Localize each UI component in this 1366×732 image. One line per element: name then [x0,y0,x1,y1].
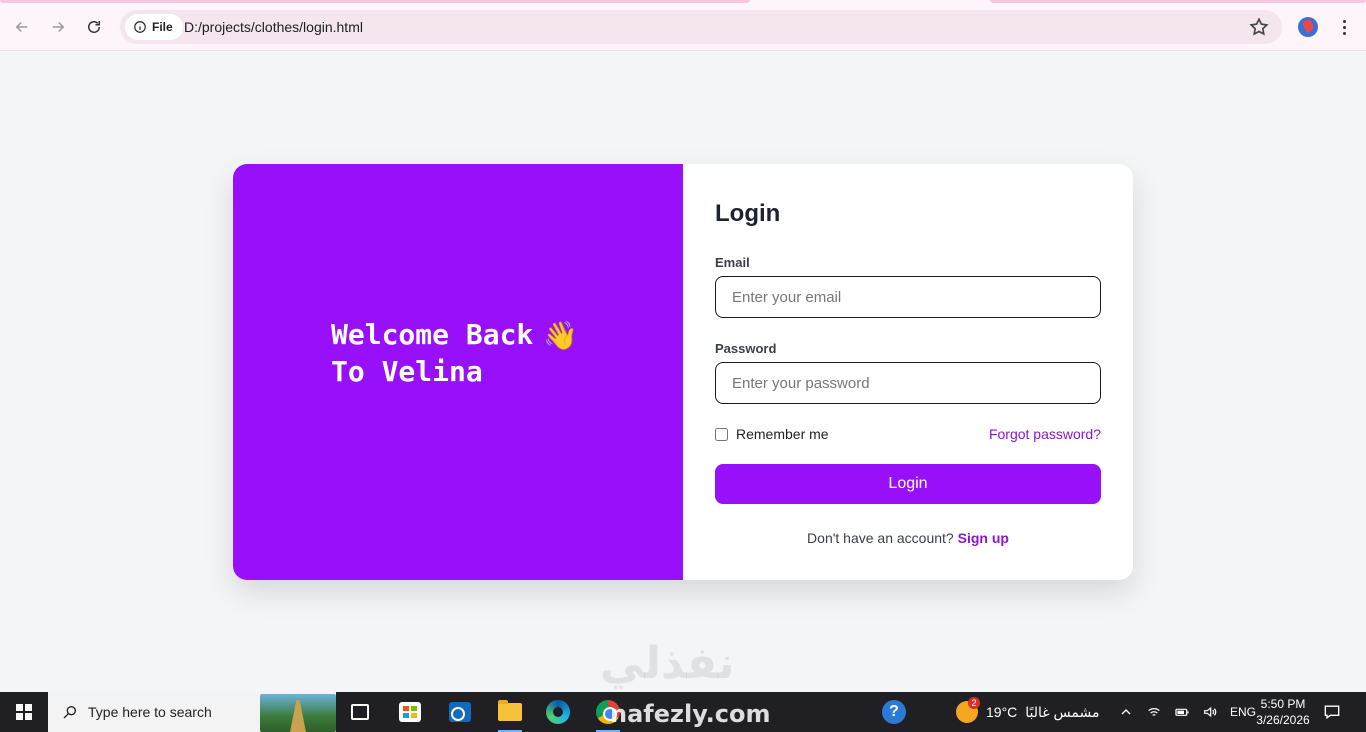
clock-date: 3/26/2026 [1256,713,1310,727]
login-form: Login Email Password Remember me Forgot … [683,164,1133,580]
weather-text: مشمس غالبًا [1025,703,1100,720]
signup-prompt-text: Don't have an account? [807,530,954,546]
search-icon [63,706,76,719]
site-info-chip[interactable]: File [125,14,183,40]
signup-link[interactable]: Sign up [958,530,1009,546]
tab-strip [0,0,1366,6]
kebab-menu-icon[interactable] [1334,14,1354,40]
taskbar-search[interactable]: Type here to search [48,692,336,732]
help-icon: ? [882,700,906,724]
weather-widget[interactable]: 2 19°C مشمس غالبًا [956,692,1099,732]
address-bar[interactable]: File D:/projects/clothes/login.html [120,10,1282,44]
welcome-line-2: To Velina [331,355,483,388]
file-explorer-button[interactable] [486,692,534,732]
remember-me: Remember me [715,426,829,442]
search-highlight-image[interactable] [260,694,336,732]
password-label: Password [715,341,777,356]
weather-sun-icon: 2 [956,697,980,723]
weather-badge: 2 [968,697,980,709]
chevron-up-icon[interactable] [1118,704,1134,720]
back-icon [15,21,28,33]
task-view-icon [351,704,369,720]
forward-icon [52,21,65,33]
weather-temp: 19°C [986,704,1018,720]
store-icon [399,702,421,722]
login-card: Welcome Back 👋 To Velina Login Email Pass… [233,164,1133,580]
welcome-panel: Welcome Back 👋 To Velina [233,164,683,580]
site-chip-label: File [152,20,173,34]
browser-toolbar: File D:/projects/clothes/login.html [0,0,1366,51]
watermark-arabic: نفذلي [600,638,735,689]
clock-time: 5:50 PM [1260,697,1306,711]
store-button[interactable] [386,692,434,732]
url-text[interactable]: D:/projects/clothes/login.html [184,19,363,35]
email-field[interactable] [715,276,1101,318]
tab-hint[interactable] [990,0,1366,3]
volume-icon[interactable] [1202,704,1218,720]
search-placeholder: Type here to search [88,704,212,720]
star-icon[interactable] [1248,16,1270,38]
form-title: Login [715,200,781,227]
forward-button[interactable] [44,13,72,41]
notification-icon[interactable] [1322,702,1342,722]
info-icon [134,21,146,33]
signup-prompt: Don't have an account? Sign up [683,530,1133,546]
outlook-button[interactable] [436,692,484,732]
battery-icon[interactable] [1174,704,1190,720]
system-tray: ENG [1118,692,1256,732]
outlook-icon [449,702,471,722]
profile-avatar[interactable] [1298,17,1318,37]
folder-icon [498,700,522,721]
welcome-heading: Welcome Back 👋 To Velina [331,317,578,390]
windows-logo-icon [16,704,32,720]
email-label: Email [715,255,750,270]
reload-icon [88,21,100,33]
task-view-button[interactable] [336,692,384,732]
reload-button[interactable] [80,13,108,41]
tab-hint[interactable] [0,0,750,3]
password-field[interactable] [715,362,1101,404]
wifi-icon[interactable] [1146,704,1162,720]
remember-checkbox[interactable] [715,427,728,441]
start-button[interactable] [0,692,48,732]
login-button[interactable]: Login [715,464,1101,504]
waving-hand-icon: 👋 [543,319,579,352]
watermark-latin: nafezly.com [610,700,771,728]
help-button[interactable]: ? [870,692,918,732]
welcome-line-1: Welcome Back [331,318,534,351]
back-button[interactable] [8,13,36,41]
edge-button[interactable] [534,692,582,732]
remember-label[interactable]: Remember me [736,426,829,442]
edge-icon [546,700,570,724]
clock[interactable]: 5:50 PM 3/26/2026 [1250,696,1316,728]
forgot-password-link[interactable]: Forgot password? [989,426,1101,442]
